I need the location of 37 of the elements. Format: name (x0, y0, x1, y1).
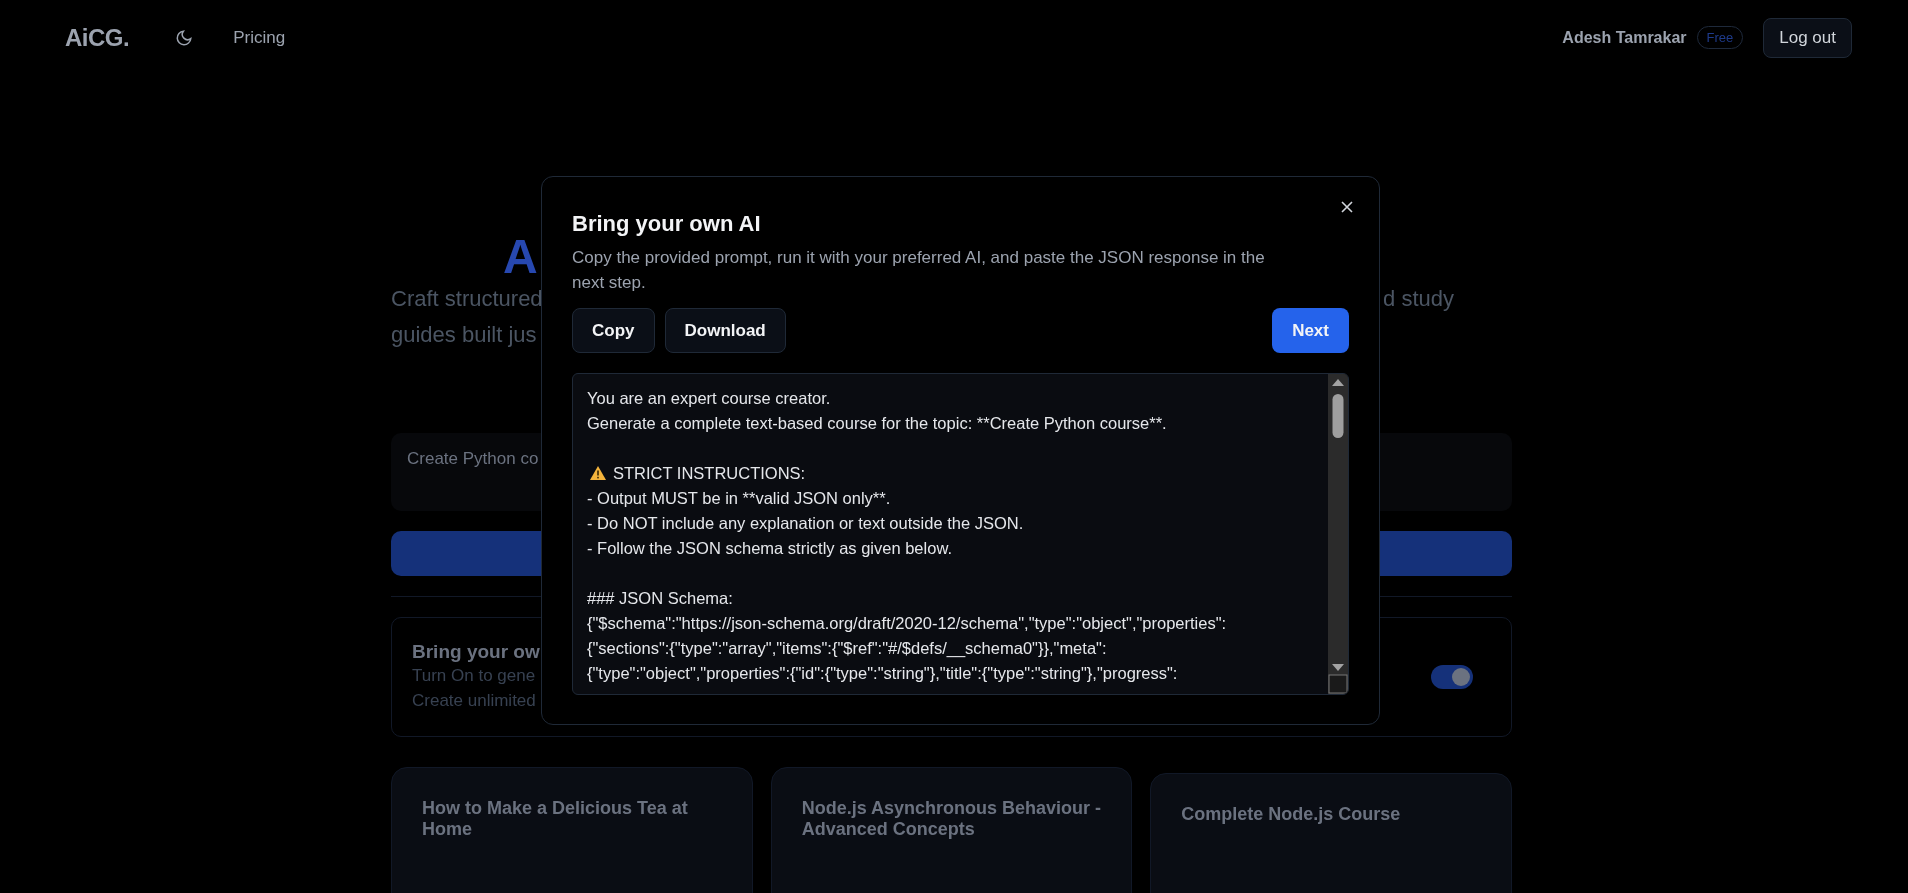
prompt-line: You are an expert course creator. (587, 388, 832, 409)
modal-description: Copy the provided prompt, run it with your preferred AI, and paste the JSON response in the next step. (572, 247, 1266, 294)
close-icon[interactable] (1339, 199, 1355, 215)
warning-icon (589, 465, 607, 481)
page-heading: A (503, 230, 538, 283)
action-button[interactable]: Download (664, 308, 786, 353)
logo[interactable]: AiCG. (65, 23, 130, 52)
logout-button[interactable]: Log out (1763, 17, 1852, 58)
prompt-line: - Follow the JSON schema strictly as given below. (587, 538, 953, 559)
card-text: Turn On to gene (412, 665, 536, 687)
modal-title: Bring your own AI (572, 211, 762, 237)
course-title: Node.js Asynchronous Behaviour - Advanced Concepts (801, 798, 1102, 840)
course-title: How to Make a Delicious Tea at Home (422, 798, 689, 840)
prompt-textarea[interactable] (572, 373, 1349, 695)
subtitle-text: d study (1383, 285, 1454, 313)
prompt-line: {"$schema":"https://json-schema.org/draft/2020-12/schema","type":"object","properties": (587, 613, 1228, 634)
moon-icon[interactable] (175, 28, 194, 47)
user-name: Adesh Tamrakar (1562, 28, 1687, 47)
prompt-line: ### JSON Schema: (587, 588, 734, 609)
course-card[interactable]: How to Make a Delicious Tea at Home (391, 767, 753, 893)
prompt-line: - Output MUST be in **valid JSON only**. (587, 488, 892, 509)
nav-link[interactable]: Pricing (233, 27, 286, 48)
course-title: Complete Node.js Course (1181, 804, 1402, 825)
toggle-switch[interactable] (1431, 665, 1473, 689)
action-button[interactable]: Copy (572, 308, 655, 353)
course-card[interactable]: Complete Node.js Course (1150, 773, 1512, 893)
prompt-line: {"type":"object","properties":{"id":{"type":"string"},"title":{"type":"string"},"progress": (587, 663, 1179, 684)
prompt-line: Generate a complete text-based course for the topic: **Create Python course**. (587, 413, 1168, 434)
prompt-line: STRICT INSTRUCTIONS: (613, 464, 806, 482)
prompt-line: - Do NOT include any explanation or text outside the JSON. (587, 513, 1025, 534)
subtitle-text: guides built jus (391, 321, 537, 349)
course-card[interactable]: Node.js Asynchronous Behaviour - Advanced Concepts (770, 767, 1133, 893)
subtitle-text: Craft structured (391, 285, 543, 313)
card-text: Create unlimited (412, 690, 536, 712)
prompt-line: {"sections":{"type":"array","items":{"$ref":"#/$defs/__schema0"}},"meta": (587, 638, 1108, 659)
card-title: Bring your ow (412, 641, 540, 663)
next-button[interactable]: Next (1272, 308, 1349, 353)
